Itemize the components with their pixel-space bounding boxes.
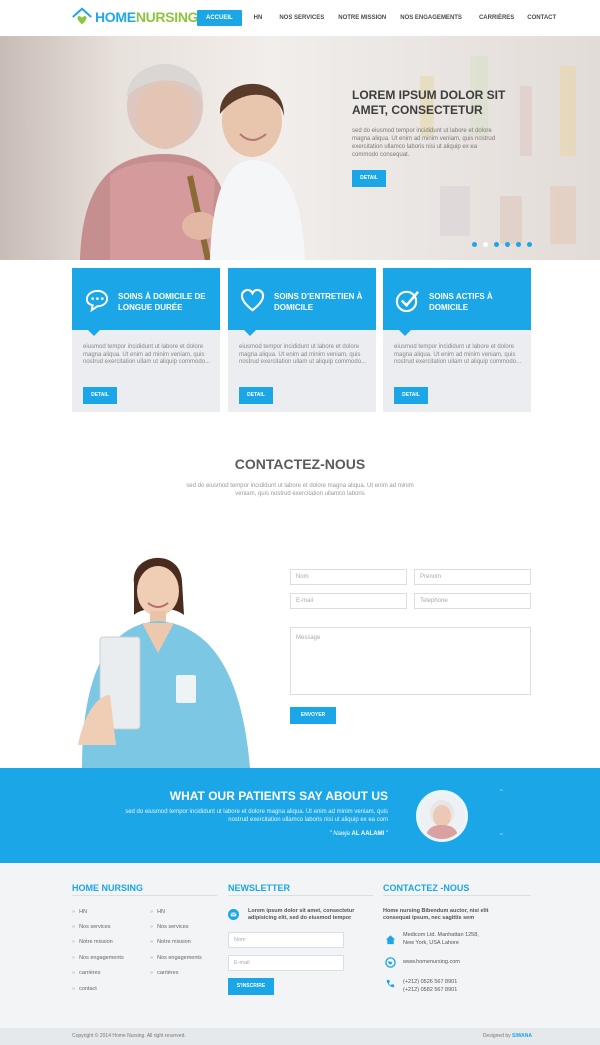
footer-link-nos-engagements[interactable]: Nos engagements [150,955,202,961]
house-heart-icon [72,7,92,25]
address-line-2: New York, USA Lahore [403,940,459,946]
nav-accueil[interactable]: ACCUEIL [197,10,242,26]
email-input[interactable]: E-mail [290,593,407,609]
footer-rule [72,895,217,896]
footer-link-notre-mission[interactable]: Notre mission [72,939,113,945]
service-card-text: eiusmod tempor incididunt ut labore et d… [239,344,367,366]
send-button[interactable]: ENVOYER [290,707,336,724]
nav-hn[interactable]: HN [254,15,263,21]
nav-contact[interactable]: CONTACT [527,15,556,21]
service-card-text: eiusmod tempor incididunt ut labore et d… [83,344,211,366]
footer-link-hn[interactable]: HN [150,909,165,915]
service-detail-button[interactable]: DETAIL [83,387,117,404]
check-circle-icon [395,290,420,313]
testimonial-avatar [416,790,468,842]
footer-link-nos-services[interactable]: Nos services [72,924,110,930]
nav-nos-engagements[interactable]: NOS ENGAGEMENTS [400,15,462,21]
slider-dot[interactable] [494,242,499,247]
address-line-1: Medicom Ltd. Manhattan 1258, [403,932,479,938]
copyright-text: Copyright © 2014 Home Nursing. All right… [72,1033,186,1039]
hero-slider: LOREM IPSUM DOLOR SIT AMET, CONSECTETUR … [0,36,600,260]
slider-dot[interactable] [516,242,521,247]
footer-rule [228,895,373,896]
footer-link-carrieres[interactable]: carrières [150,970,178,976]
chat-bubbles-icon [85,289,109,313]
firstname-input[interactable]: Prenom [414,569,531,585]
footer-home-nursing-title: HOME NURSING [72,883,144,893]
elderly-patient-and-nurse-photo [80,64,305,260]
phone-input[interactable]: Telephone [414,593,531,609]
testimonial-up-arrow-icon[interactable]: ⌃ [498,788,505,797]
service-card-long-term: SOINS À DOMICILE DE LONGUE DURÉE eiusmod… [72,268,220,412]
heart-icon [240,288,265,312]
service-card-header: SOINS D’ENTRETIEN À DOMICILE [228,268,376,336]
nav-notre-mission[interactable]: NOTRE MISSION [338,15,386,21]
testimonial-author: " Nawja AL AALAMI " [329,831,388,837]
footer-link-contact[interactable]: contact [72,986,97,992]
slider-dots [472,242,538,247]
site-header: HOMENURSING ACCUEIL HN NOS SERVICES NOTR… [0,0,600,36]
footer-link-nos-services[interactable]: Nos services [150,924,188,930]
contact-title: CONTACTEZ-NOUS [234,456,366,472]
home-icon [385,935,396,945]
service-card-maintenance: SOINS D’ENTRETIEN À DOMICILE eiusmod tem… [228,268,376,412]
footer-contact-intro: Home nursing Bibendum auctor, nisi elit … [383,908,489,921]
slider-dot[interactable] [527,242,532,247]
phone-number-2: (+212) 0582 567 8901 [403,987,458,993]
footer-link-carrieres[interactable]: carrières [72,970,100,976]
footer-rule [383,895,531,896]
brand-name: HOMENURSING [95,9,199,25]
nav-nos-services[interactable]: NOS SERVICES [279,15,324,21]
service-card-text: eiusmod tempor incididunt ut labore et d… [394,344,522,366]
service-card-active: SOINS ACTIFS À DOMICILE eiusmod tempor i… [383,268,531,412]
footer-link-hn[interactable]: HN [72,909,87,915]
newsletter-name-input[interactable]: Nom [228,932,344,948]
footer-link-nos-engagements[interactable]: Nos engagements [72,955,124,961]
envelope-icon [228,909,239,920]
service-card-title: SOINS À DOMICILE DE LONGUE DURÉE [118,292,206,312]
hero-detail-button[interactable]: DETAIL [352,170,386,187]
service-detail-button[interactable]: DETAIL [239,387,273,404]
phone-icon [386,979,395,988]
website-link[interactable]: www.homenursing.com [403,959,460,966]
newsletter-text: Lorem ipsum dolor sit amet, consectetur … [248,908,355,921]
service-card-header: SOINS À DOMICILE DE LONGUE DURÉE [72,268,220,336]
slider-dot-active[interactable] [483,242,488,247]
testimonial-down-arrow-icon[interactable]: ⌄ [498,828,505,837]
designer-credit: Designed by SIWANA [482,1033,532,1039]
newsletter-email-input[interactable]: E-mail [228,955,344,971]
logo[interactable]: HOMENURSING [71,6,199,28]
slider-dot[interactable] [505,242,510,247]
service-card-header: SOINS ACTIFS À DOMICILE [383,268,531,336]
footer-newsletter-title: NEWSLETTER [228,883,290,893]
hero-text: sed do eiusmod tempor incididunt ut labo… [352,128,496,158]
bottom-bar: Copyright © 2014 Home Nursing. All right… [0,1028,600,1045]
footer-contact-title: CONTACTEZ -NOUS [383,883,470,893]
nav-carrieres[interactable]: CARRIÈRES [479,15,514,21]
message-textarea[interactable]: Message [290,627,531,695]
main-nav: ACCUEIL HN NOS SERVICES NOTRE MISSION NO… [197,10,556,26]
phone-number-1: (+212) 0526 567 8901 [403,979,458,985]
name-input[interactable]: Nom [290,569,407,585]
nurse-with-clipboard-photo [78,557,250,768]
globe-icon [385,957,396,968]
hero-title: LOREM IPSUM DOLOR SIT AMET, CONSECTETUR [352,88,506,117]
testimonial-title: WHAT OUR PATIENTS SAY ABOUT US [169,789,388,803]
service-detail-button[interactable]: DETAIL [394,387,428,404]
subscribe-button[interactable]: S'INSCRIRE [228,978,274,995]
footer-link-notre-mission[interactable]: Notre mission [150,939,191,945]
testimonial-text: sed do eiusmod tempor incididunt ut labo… [125,809,388,823]
service-card-title: SOINS ACTIFS À DOMICILE [429,292,493,312]
service-card-title: SOINS D’ENTRETIEN À DOMICILE [274,292,363,312]
slider-dot[interactable] [472,242,477,247]
testimonial-section: WHAT OUR PATIENTS SAY ABOUT US sed do ei… [0,768,600,863]
contact-subtitle: sed do eiusmod tempor incididunt ut labo… [186,483,414,497]
